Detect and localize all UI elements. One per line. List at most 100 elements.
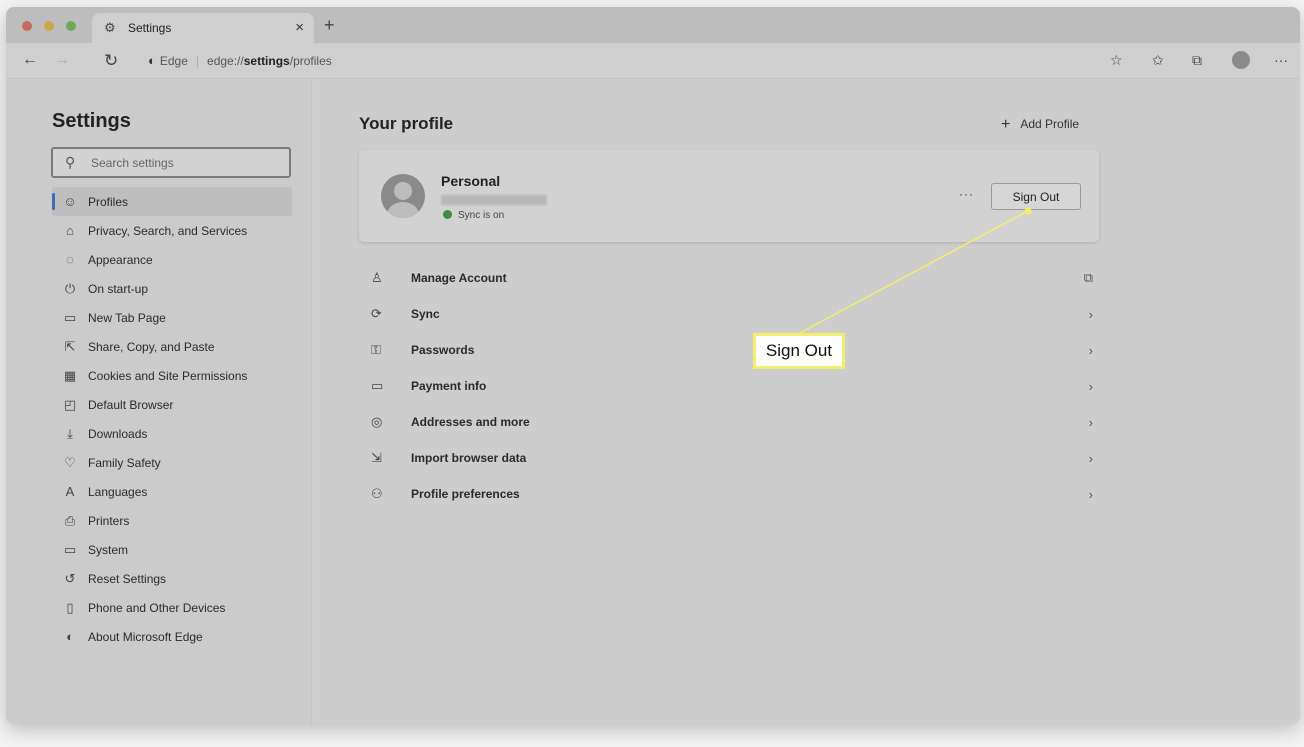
search-box[interactable]: ⚲ [51,147,291,178]
settings-content: Your profile + Add Profile Personal Sync … [313,80,1300,724]
favorites-add-icon[interactable]: ☆ [1110,52,1123,69]
address-bar[interactable]: ◐ Edge | edge://settings/profiles [148,53,332,68]
profile-menu: ♙ Manage Account ⧉ ⟳ Sync › ⚿ Passwords › ▭ Pay… [359,260,1099,512]
profile-card: Personal Sync is on ··· Sign Out [359,150,1099,242]
sidebar-item-label: System [88,542,129,557]
close-window-button[interactable] [22,21,32,31]
menu-item-label: Profile preferences [411,487,520,501]
sidebar-item-phone[interactable]: ▯ Phone and Other Devices [52,593,292,622]
menu-item-payment[interactable]: ▭ Payment info › [359,368,1099,404]
menu-item-import[interactable]: ⇲ Import browser data › [359,440,1099,476]
menu-item-label: Manage Account [411,271,507,285]
sidebar-item-label: Printers [88,513,130,528]
sidebar-item-label: Share, Copy, and Paste [88,339,215,354]
new-tab-button[interactable]: + [324,15,335,36]
cookie-icon: ▦ [63,367,77,383]
sidebar-item-startup[interactable]: ⏻ On start-up [52,274,292,303]
plus-icon: + [1001,116,1011,133]
minimize-window-button[interactable] [44,21,54,31]
card-icon: ▭ [371,378,384,393]
sidebar-item-label: Reset Settings [88,571,167,586]
system-icon: ▭ [63,541,77,557]
sidebar-item-label: On start-up [88,281,149,296]
chevron-right-icon: › [1088,342,1093,358]
power-icon: ⏻ [64,280,76,296]
sidebar-item-label: Phone and Other Devices [88,600,226,615]
more-options-button[interactable]: ··· [959,187,974,201]
menu-item-label: Addresses and more [411,415,530,429]
search-input[interactable] [91,154,281,172]
sidebar-item-system[interactable]: ▭ System [52,535,292,564]
reset-icon: ↺ [64,570,76,586]
sidebar-item-label: Profiles [88,194,129,209]
sidebar-item-printers[interactable]: ⎙ Printers [52,506,292,535]
back-button[interactable]: ← [22,51,38,69]
lock-icon: ⌂ [66,223,74,238]
sign-out-callout: Sign Out [753,333,845,369]
collections-icon[interactable]: ⧉ [1192,52,1202,69]
search-icon: ⚲ [65,154,76,170]
add-profile-button[interactable]: + Add Profile [1001,116,1079,134]
sidebar-item-label: Languages [88,484,148,499]
sign-out-button[interactable]: Sign Out [991,183,1081,210]
sidebar-item-privacy[interactable]: ⌂ Privacy, Search, and Services [52,216,292,245]
address-toolbar: ← → ↻ ◐ Edge | edge://settings/profiles ☆ ✩… [6,43,1300,79]
favorites-icon[interactable]: ✩ [1152,52,1164,69]
share-icon: ⇱ [64,338,76,354]
sidebar-item-languages[interactable]: A Languages [52,477,292,506]
sidebar-item-label: Downloads [88,426,148,441]
menu-item-label: Payment info [411,379,487,393]
chevron-right-icon: › [1088,486,1093,502]
address-suffix: /profiles [289,54,332,68]
check-icon [443,210,452,219]
sidebar-nav: ☺ Profiles ⌂ Privacy, Search, and Services… [52,187,292,651]
menu-item-preferences[interactable]: ⚇ Profile preferences › [359,476,1099,512]
redacted-email [441,195,547,205]
page-title: Your profile [359,114,454,133]
tab-close-button[interactable]: × [295,19,304,36]
tab-settings[interactable]: ⚙ Settings × [92,13,314,43]
more-icon[interactable]: ··· [1274,52,1288,68]
edge-icon: ◐ [148,53,156,68]
sidebar-item-label: Default Browser [88,397,174,412]
menu-item-addresses[interactable]: ◎ Addresses and more › [359,404,1099,440]
sidebar-item-reset[interactable]: ↺ Reset Settings [52,564,292,593]
sidebar-item-label: About Microsoft Edge [88,629,203,644]
sidebar-item-about[interactable]: ◐ About Microsoft Edge [52,622,292,651]
chevron-right-icon: › [1088,306,1093,322]
sidebar-item-new-tab[interactable]: ▭ New Tab Page [52,303,292,332]
menu-item-sync[interactable]: ⟳ Sync › [359,296,1099,332]
new-tab-icon: ▭ [63,309,77,325]
maximize-window-button[interactable] [66,21,76,31]
reload-button[interactable]: ↻ [104,51,118,71]
address-separator: | [195,54,200,68]
sidebar-item-share[interactable]: ⇱ Share, Copy, and Paste [52,332,292,361]
menu-item-label: Import browser data [411,451,527,465]
sidebar-item-appearance[interactable]: ◌ Appearance [52,245,292,274]
sidebar-item-family[interactable]: ♡ Family Safety [52,448,292,477]
settings-sidebar: Settings ⚲ ☺ Profiles ⌂ Privacy, Search, a… [6,80,312,724]
sidebar-item-cookies[interactable]: ▦ Cookies and Site Permissions [52,361,292,390]
browser-icon: ◰ [63,396,77,412]
sidebar-item-label: Cookies and Site Permissions [88,368,248,383]
sidebar-item-downloads[interactable]: ⤓ Downloads [52,419,292,448]
sidebar-item-profiles[interactable]: ☺ Profiles [52,187,292,216]
people-settings-icon: ⚇ [371,486,383,501]
profile-icon: ☺ [63,194,77,209]
palette-icon: ◌ [66,252,74,267]
tab-title: Settings [128,21,172,35]
download-icon: ⤓ [67,425,73,441]
forward-button[interactable]: → [54,51,70,69]
menu-item-label: Passwords [411,343,475,357]
location-icon: ◎ [371,414,383,429]
sync-status: Sync is on [443,210,504,221]
sidebar-item-default-browser[interactable]: ◰ Default Browser [52,390,292,419]
profile-icon[interactable] [1232,51,1250,69]
printer-icon: ⎙ [64,512,76,528]
menu-item-passwords[interactable]: ⚿ Passwords › [359,332,1099,368]
profile-name: Personal [441,173,501,189]
sync-icon: ⟳ [371,306,382,321]
person-icon: ♙ [371,270,383,285]
menu-item-manage-account[interactable]: ♙ Manage Account ⧉ [359,260,1099,296]
chevron-right-icon: › [1088,450,1093,466]
